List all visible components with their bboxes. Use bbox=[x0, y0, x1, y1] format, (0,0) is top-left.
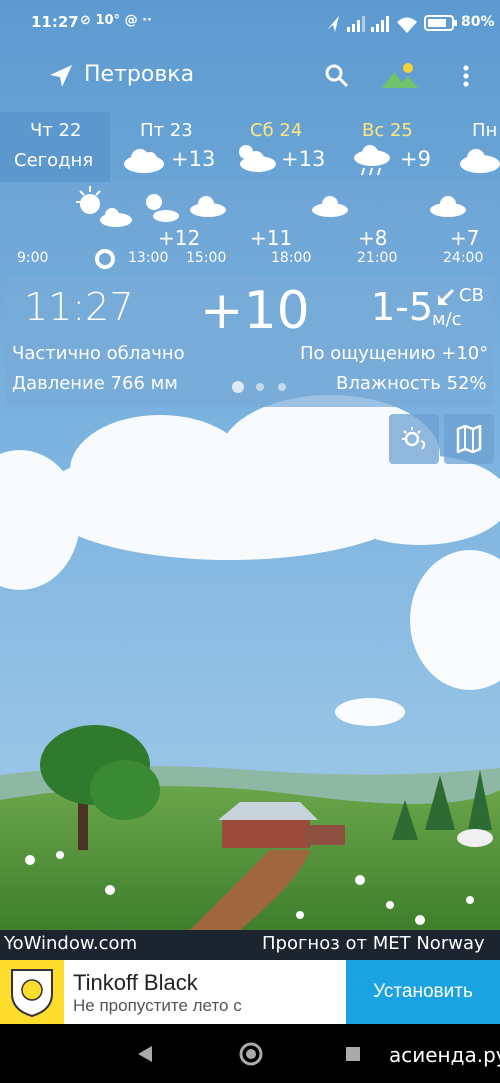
notif-temp: 10° bbox=[95, 13, 121, 28]
recents-icon[interactable] bbox=[344, 1045, 362, 1063]
back-icon[interactable] bbox=[136, 1044, 154, 1064]
cloud-icon bbox=[312, 196, 348, 217]
hourly-time: 15:00 bbox=[186, 250, 227, 266]
hourly-time: 13:00 bbox=[128, 250, 169, 266]
partly-cloudy-icon bbox=[239, 145, 276, 172]
hourly-time: 9:00 bbox=[17, 250, 49, 266]
cloud-icon bbox=[430, 196, 466, 217]
current-conditions-card[interactable]: 11:27 +10 1-5 СВ м/с Частично облачно По… bbox=[6, 275, 494, 407]
page-dot bbox=[256, 383, 264, 391]
cloud-icon bbox=[190, 196, 226, 217]
day-name: Пн bbox=[472, 120, 498, 141]
tab-day-3[interactable]: Вс 25 +9 bbox=[350, 112, 470, 182]
brand-link[interactable]: YoWindow.com bbox=[4, 933, 137, 954]
search-icon[interactable] bbox=[324, 63, 350, 89]
condition-text: Частично облачно bbox=[12, 343, 185, 364]
current-time-marker bbox=[95, 249, 115, 269]
provider-link[interactable]: Прогноз от MET Norway bbox=[262, 933, 485, 954]
tinkoff-logo bbox=[0, 960, 64, 1024]
cloud-icon bbox=[124, 149, 164, 173]
day-name: Вс 25 bbox=[362, 120, 413, 141]
hourly-temp: +7 bbox=[450, 226, 480, 250]
current-temp: +10 bbox=[200, 281, 310, 341]
hourly-time: 18:00 bbox=[271, 250, 312, 266]
hourly-time: 24:00 bbox=[443, 250, 484, 266]
day-temp: +9 bbox=[400, 147, 431, 171]
ad-title: Tinkoff Black bbox=[73, 970, 198, 995]
battery-icon bbox=[424, 15, 457, 31]
current-time: 11:27 bbox=[24, 285, 134, 329]
day-temp: +13 bbox=[281, 147, 326, 171]
sun-cloud-icon bbox=[146, 194, 179, 222]
map-icon bbox=[456, 425, 482, 453]
navigation-icon bbox=[327, 16, 339, 32]
location-title[interactable]: Петровка bbox=[84, 62, 194, 87]
hourly-forecast[interactable]: +12 +11 +8 +7 9:00 13:00 15:00 18:00 21:… bbox=[0, 182, 500, 272]
more-notifs-icon: ·· bbox=[142, 13, 152, 28]
day-sub: Сегодня bbox=[14, 150, 94, 171]
cloud-icon bbox=[460, 149, 500, 173]
status-right-icons bbox=[327, 16, 417, 33]
wind-direction: СВ bbox=[459, 285, 484, 306]
home-icon[interactable] bbox=[238, 1041, 264, 1067]
watermark: асиенда.ру bbox=[389, 1043, 500, 1067]
tab-day-4[interactable]: Пн bbox=[458, 112, 500, 182]
more-vert-icon[interactable] bbox=[460, 64, 472, 90]
rain-cloud-icon bbox=[354, 145, 390, 176]
install-button[interactable]: Установить bbox=[346, 960, 500, 1024]
tab-day-2[interactable]: Сб 24 +13 bbox=[230, 112, 350, 182]
battery-percent: 80% bbox=[461, 14, 495, 30]
signal-icon-2 bbox=[371, 16, 389, 32]
day-name: Чт 22 bbox=[30, 120, 82, 141]
signal-icon bbox=[347, 16, 365, 32]
landscape-icon[interactable] bbox=[380, 62, 420, 90]
feels-like-text: По ощущению +10° bbox=[300, 343, 489, 364]
at-icon: @ bbox=[124, 13, 138, 28]
wind-direction-icon bbox=[438, 288, 455, 305]
page-dot bbox=[278, 383, 286, 391]
ad-subtitle: Не пропустите лето с bbox=[73, 996, 242, 1015]
map-button[interactable] bbox=[444, 414, 494, 464]
pressure-text: Давление 766 мм bbox=[12, 373, 178, 394]
wifi-icon bbox=[397, 17, 417, 33]
page-dot-active bbox=[232, 381, 244, 393]
humidity-text: Влажность 52% bbox=[336, 373, 487, 394]
sun-cloud-icon bbox=[76, 186, 132, 227]
day-name: Пт 23 bbox=[140, 120, 193, 141]
location-arrow-icon[interactable] bbox=[48, 63, 74, 89]
wind-unit: м/с bbox=[432, 309, 462, 330]
hourly-time: 21:00 bbox=[357, 250, 398, 266]
ad-banner[interactable]: Tinkoff Black Не пропустите лето с Устан… bbox=[0, 960, 500, 1024]
no-sync-icon: ⊘ bbox=[80, 13, 91, 28]
status-time: 11:27 bbox=[31, 13, 79, 31]
footer-bar: YoWindow.com Прогноз от MET Norway bbox=[0, 930, 500, 960]
tab-day-1[interactable]: Пт 23 +13 bbox=[120, 112, 240, 182]
weather-settings-icon bbox=[402, 427, 426, 450]
tab-day-0[interactable]: Чт 22 Сегодня bbox=[0, 112, 110, 182]
hourly-temp: +11 bbox=[250, 226, 293, 250]
status-bar: 11:27 ⊘ 10° @ ·· 80% bbox=[0, 0, 500, 46]
wind-speed: 1-5 bbox=[371, 285, 434, 329]
weather-settings-button[interactable] bbox=[389, 414, 439, 464]
day-tabs: Чт 22 Сегодня Пт 23 +13 Сб 24 +13 Вс 25 … bbox=[0, 112, 500, 182]
hourly-temp: +8 bbox=[358, 226, 388, 250]
shield-logo-icon bbox=[11, 969, 53, 1018]
status-left-icons: ⊘ 10° @ ·· bbox=[80, 13, 152, 28]
day-name: Сб 24 bbox=[250, 120, 303, 141]
hourly-temp: +12 bbox=[158, 226, 201, 250]
day-temp: +13 bbox=[171, 147, 216, 171]
